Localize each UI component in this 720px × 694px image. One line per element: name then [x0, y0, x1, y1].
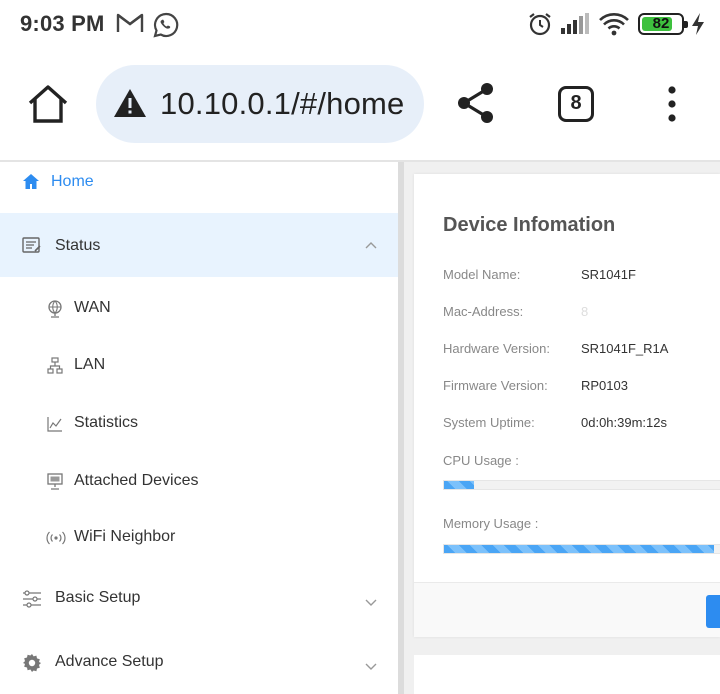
url-text[interactable]: 10.10.0.1/#/home [160, 86, 405, 122]
system-uptime-value: 0d:0h:39m:12s [581, 415, 668, 430]
sidebar-item-label: LAN [74, 356, 106, 373]
sidebar-item-lan[interactable]: LAN [0, 337, 400, 393]
battery-level: 82 [652, 15, 670, 32]
home-button[interactable] [26, 84, 70, 129]
sidebar-item-label: Statistics [74, 414, 139, 431]
alarm-icon [527, 11, 553, 42]
home-icon [22, 173, 40, 195]
charging-icon [690, 12, 706, 41]
address-bar[interactable]: 10.10.0.1/#/home [96, 65, 424, 143]
secondary-card [414, 655, 720, 694]
tab-switcher-button[interactable]: 8 [558, 86, 594, 122]
chevron-up-icon [364, 238, 378, 256]
model-name-value: SR1041F [581, 267, 636, 282]
memory-usage-fill [444, 545, 715, 553]
hardware-version-value: SR1041F_R1A [581, 341, 669, 356]
sidebar-item-label: WiFi Neighbor [74, 528, 176, 545]
sidebar-item-label: Basic Setup [55, 589, 141, 606]
memory-usage-bar [443, 544, 720, 554]
wifi-icon [598, 12, 630, 41]
sidebar-item-attached-devices[interactable]: Attached Devices [0, 452, 400, 508]
gear-icon [22, 653, 42, 678]
share-icon [458, 83, 493, 123]
card-title: Device Infomation [443, 214, 616, 236]
sidebar-item-label: Home [51, 173, 94, 190]
status-icon [22, 237, 42, 259]
more-menu-button[interactable] [666, 86, 678, 127]
sidebar: Home Status WAN LAN Statistics Attached … [0, 162, 400, 694]
wifi-signal-icon [46, 531, 66, 550]
sliders-icon [22, 590, 42, 613]
chart-icon [47, 416, 63, 437]
sidebar-item-basic-setup[interactable]: Basic Setup [0, 569, 400, 627]
more-vertical-icon [668, 86, 676, 122]
clock: 9:03 PM [20, 11, 105, 36]
globe-icon [47, 300, 63, 323]
sidebar-item-label: Attached Devices [74, 472, 199, 489]
home-icon [28, 85, 68, 123]
sidebar-item-wifi-neighbor[interactable]: WiFi Neighbor [0, 509, 400, 565]
refresh-button[interactable] [706, 595, 720, 628]
model-name-label: Model Name: [443, 267, 521, 282]
warning-icon[interactable] [112, 87, 148, 124]
battery-icon: 82 [638, 13, 688, 35]
device-info-card: Device Infomation Model Name: SR1041F Ma… [414, 174, 720, 637]
sidebar-item-status[interactable]: Status [0, 213, 400, 277]
hardware-version-label: Hardware Version: [443, 341, 550, 356]
sidebar-item-label: Status [55, 237, 101, 254]
whatsapp-icon [152, 11, 180, 44]
main-content: Device Infomation Model Name: SR1041F Ma… [404, 162, 720, 694]
chevron-down-icon [364, 658, 378, 676]
sidebar-item-advance-setup[interactable]: Advance Setup [0, 633, 400, 691]
sidebar-item-label: Advance Setup [55, 653, 164, 670]
cpu-usage-bar [443, 480, 720, 490]
mac-address-label: Mac-Address: [443, 304, 524, 319]
cpu-usage-label: CPU Usage : [443, 453, 519, 468]
gmail-icon [116, 12, 144, 39]
sidebar-item-statistics[interactable]: Statistics [0, 394, 400, 450]
sidebar-item-home[interactable]: Home [0, 162, 400, 202]
network-icon [47, 357, 63, 380]
browser-toolbar: 10.10.0.1/#/home 8 [0, 48, 720, 160]
memory-usage-label: Memory Usage : [443, 516, 539, 531]
sidebar-item-label: WAN [74, 299, 111, 316]
firmware-version-label: Firmware Version: [443, 378, 548, 393]
monitor-icon [47, 473, 63, 495]
cpu-usage-fill [444, 481, 475, 489]
system-uptime-label: System Uptime: [443, 415, 535, 430]
status-bar: 9:03 PM 82 [0, 0, 720, 48]
firmware-version-value: RP0103 [581, 378, 628, 393]
chevron-down-icon [364, 594, 378, 612]
mac-address-value: 8 [581, 304, 589, 319]
card-footer [414, 582, 720, 637]
signal-icon [560, 13, 590, 40]
share-button[interactable] [456, 82, 496, 129]
sidebar-item-wan[interactable]: WAN [0, 279, 400, 335]
